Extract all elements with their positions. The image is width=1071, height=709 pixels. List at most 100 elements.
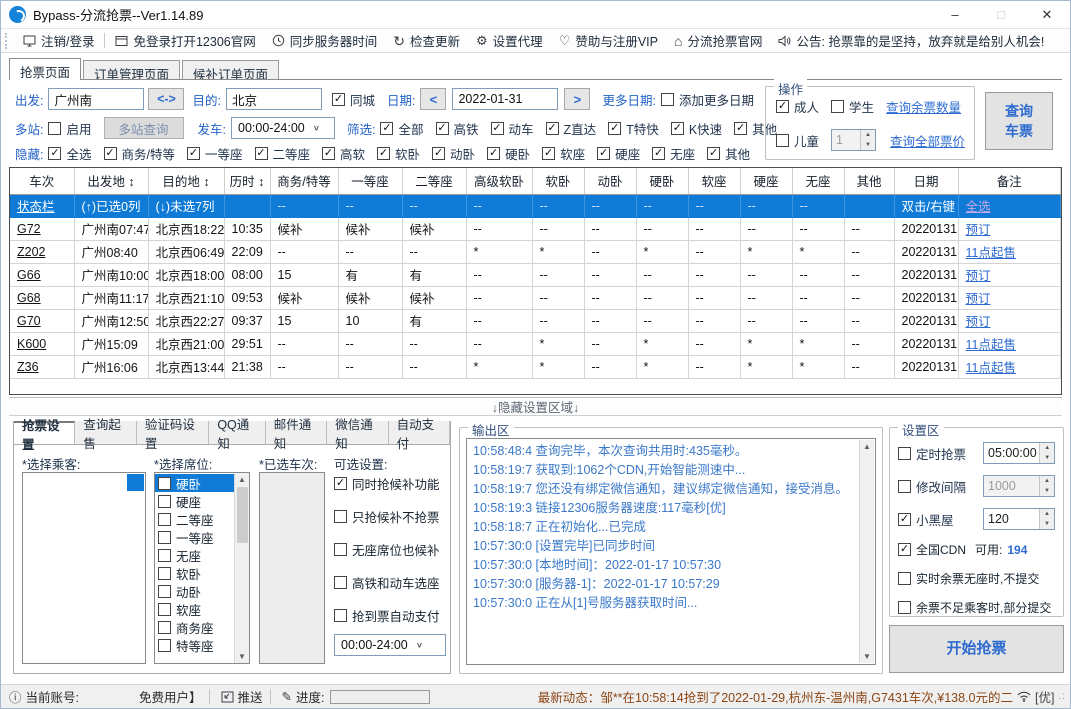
filter-checkbox-3[interactable]: ✓ Z直达 [545,119,596,138]
train-row-G72[interactable]: G72 广州南07:47 北京西18:22 10:35 候补 候补 候补 -- -- -- -- --… [10,217,1061,241]
train-link[interactable]: G66 [17,268,41,282]
config-checkbox-0[interactable]: 定时抢票 [898,444,966,463]
train-link[interactable]: Z36 [17,360,39,374]
filter-checkbox-0[interactable]: ✓ 全部 [380,119,424,138]
option-checkbox-1[interactable]: 只抢候补不抢票 [334,507,450,526]
swap-button[interactable]: <-> [148,88,185,110]
same-city-checkbox[interactable]: ✓ 同城 [331,90,375,109]
tab-0[interactable]: 抢票页面 [9,58,82,80]
seat-list-scrollbar[interactable]: ▲ ▼ [234,473,249,663]
column-header-1[interactable]: 出发地 ↕ [74,168,149,195]
student-checkbox[interactable]: 学生 [831,97,874,116]
column-header-6[interactable]: 二等座 [402,168,467,195]
option-checkbox-4[interactable]: 抢到票自动支付 [334,606,450,625]
query-tickets-button[interactable]: 查询 车票 [985,92,1053,150]
toolbar-item-3[interactable]: ↻ 检查更新 [385,31,468,50]
train-link[interactable]: K600 [17,337,46,351]
column-header-13[interactable]: 无座 [792,168,845,195]
multi-query-button[interactable]: 多站查询 [103,117,184,139]
query-prices-link[interactable]: 查询全部票价 [890,131,965,150]
train-row-G70[interactable]: G70 广州南12:50 北京西22:27 09:37 15 10 有 -- -- -- -- -- -… [10,309,1061,333]
hide-checkbox-6[interactable]: ✓ 动卧 [432,144,475,163]
seat-item-1[interactable]: 硬座 [155,492,234,510]
grab-time-select[interactable]: 00:00-24:00 ∨ [334,634,446,656]
column-header-8[interactable]: 软卧 [532,168,585,195]
note-link[interactable]: 预订 [966,292,991,306]
column-header-2[interactable]: 目的地 ↕ [148,168,225,195]
grab-tab-0[interactable]: 抢票设置 [14,419,76,452]
seat-item-8[interactable]: 商务座 [155,618,234,636]
tab-2[interactable]: 候补订单页面 [182,60,280,82]
column-header-5[interactable]: 一等座 [338,168,403,195]
output-scrollbar[interactable]: ▲ ▼ [859,440,874,663]
note-link[interactable]: 11点起售 [966,361,1016,375]
train-row-状态栏[interactable]: 状态栏 (↑)已选0列 (↓)未选7列 -- -- -- -- -- -- -- -- -- -- 双击/… [10,194,1061,218]
hide-checkbox-9[interactable]: ✓ 硬座 [597,144,640,163]
grab-tab-1[interactable]: 查询起售 [75,418,137,451]
config-extra-checkbox-0[interactable]: 实时余票无座时,不提交 [898,570,1055,587]
column-header-11[interactable]: 软座 [688,168,741,195]
date-input[interactable]: 2022-01-31 [452,88,559,110]
grab-tab-4[interactable]: 邮件通知 [265,418,328,451]
column-header-10[interactable]: 硬卧 [636,168,689,195]
cdn-checkbox-row[interactable]: ✓ 全国CDN 可用: 194 [898,541,1055,558]
close-button[interactable]: ✕ [1024,1,1070,28]
train-row-K600[interactable]: K600 广州15:09 北京西21:00 29:51 -- -- -- -- * -- * -- * *… [10,332,1061,356]
column-header-3[interactable]: 历时 ↕ [224,168,271,195]
adult-checkbox[interactable]: ✓ 成人 [776,97,819,116]
train-link[interactable]: 状态栏 [17,200,55,214]
option-checkbox-2[interactable]: 无座席位也候补 [334,540,450,559]
seat-item-7[interactable]: 软座 [155,600,234,618]
hide-checkbox-2[interactable]: ✓ 一等座 [186,144,243,163]
train-link[interactable]: Z202 [17,245,46,259]
depart-time-select[interactable]: 00:00-24:00 ∨ [231,117,335,139]
seat-list[interactable]: 硬卧 硬座 二等座 一等座 无座 软卧 动卧 软座 商务座 特等座 ▲ ▼ [154,472,250,664]
filter-checkbox-1[interactable]: ✓ 高铁 [435,119,479,138]
selected-trains-list[interactable] [259,472,325,664]
filter-checkbox-5[interactable]: ✓ K快速 [670,119,722,138]
next-date-button[interactable]: > [564,88,591,110]
column-header-14[interactable]: 其他 [844,168,895,195]
hide-checkbox-3[interactable]: ✓ 二等座 [254,144,310,163]
toolbar-item-1[interactable]: 免登录打开12306官网 [107,31,263,50]
config-checkbox-1[interactable]: 修改间隔 [898,477,966,496]
prev-date-button[interactable]: < [420,88,447,110]
config-stepper-2[interactable]: 120 ▲ ▼ [983,508,1055,530]
filter-checkbox-2[interactable]: ✓ 动车 [490,119,534,138]
column-header-9[interactable]: 动卧 [584,168,637,195]
tab-1[interactable]: 订单管理页面 [83,60,181,82]
depart-input[interactable]: 广州南 [48,88,145,110]
config-stepper-0[interactable]: 05:00:00 ▲ ▼ [983,442,1055,464]
train-row-G66[interactable]: G66 广州南10:00 北京西18:00 08:00 15 有有 -- -- -- -- -- --… [10,263,1061,287]
seat-item-4[interactable]: 无座 [155,546,234,564]
hide-checkbox-0[interactable]: ✓ 全选 [48,144,92,163]
seat-item-3[interactable]: 一等座 [155,528,234,546]
grab-tab-3[interactable]: QQ通知 [209,418,266,451]
column-header-16[interactable]: 备注 [958,168,1061,195]
maximize-button[interactable]: □ [978,1,1024,28]
hide-checkbox-8[interactable]: ✓ 软座 [542,144,585,163]
train-row-Z202[interactable]: Z202 广州08:40 北京西06:49 22:09 -- -- -- * * -- * -- * * -… [10,240,1061,264]
config-extra-checkbox-1[interactable]: 余票不足乘客时,部分提交 [898,599,1055,616]
seat-item-0[interactable]: 硬卧 [155,474,234,492]
passenger-list[interactable] [22,472,146,664]
note-link[interactable]: 11点起售 [966,338,1016,352]
config-stepper-1[interactable]: 1000 ▲ ▼ [983,475,1055,497]
train-row-G68[interactable]: G68 广州南11:17 北京西21:10 09:53 候补 候补 候补 -- -- -- -- --… [10,286,1061,310]
train-link[interactable]: G68 [17,291,41,305]
child-checkbox[interactable]: 儿童 [776,131,819,150]
toolbar-item-6[interactable]: ⌂ 分流抢票官网 [666,31,770,50]
column-header-12[interactable]: 硬座 [740,168,793,195]
note-link[interactable]: 预订 [966,269,991,283]
toolbar-item-5[interactable]: ♡ 赞助与注册VIP [551,31,666,50]
query-remaining-link[interactable]: 查询余票数量 [886,97,961,116]
note-link[interactable]: 预订 [966,315,991,329]
seat-item-5[interactable]: 软卧 [155,564,234,582]
hide-checkbox-5[interactable]: ✓ 软卧 [377,144,420,163]
minimize-button[interactable]: – [932,1,978,28]
push-label[interactable]: 推送 [238,687,263,706]
output-log[interactable]: 10:58:48:4 查询完毕，本次查询共用时:435毫秒。 10:58:19:7… [466,438,876,665]
note-link[interactable]: 11点起售 [966,246,1016,260]
column-header-7[interactable]: 高级软卧 [466,168,533,195]
grab-tab-6[interactable]: 自动支付 [388,418,450,451]
